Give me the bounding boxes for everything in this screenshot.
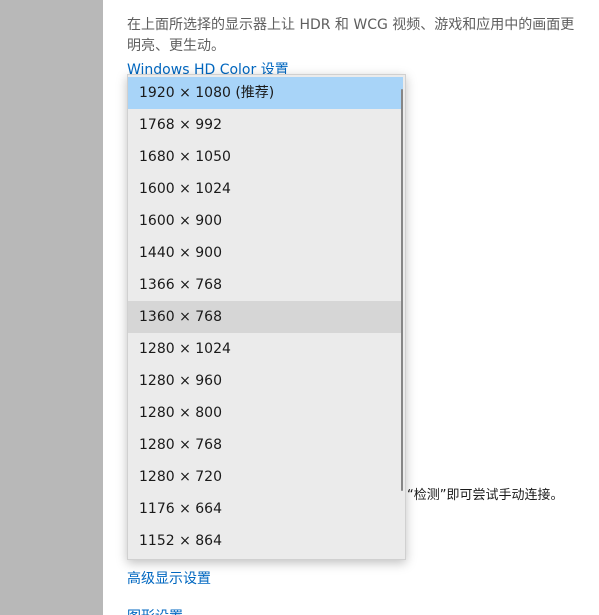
display-settings-page: 在上面所选择的显示器上让 HDR 和 WCG 视频、游戏和应用中的画面更明亮、更… (0, 0, 599, 615)
resolution-option[interactable]: 1600 × 1024 (128, 173, 403, 205)
resolution-option[interactable]: 1176 × 664 (128, 493, 403, 525)
resolution-option[interactable]: 1920 × 1080 (推荐) (128, 77, 403, 109)
resolution-option[interactable]: 1440 × 900 (128, 237, 403, 269)
detect-hint-text: “检测”即可尝试手动连接。 (407, 488, 564, 503)
resolution-dropdown-list[interactable]: 1920 × 1080 (推荐) 1768 × 992 1680 × 1050 160… (127, 74, 406, 560)
resolution-option[interactable]: 1360 × 768 (128, 301, 403, 333)
resolution-option[interactable]: 1280 × 720 (128, 461, 403, 493)
resolution-option[interactable]: 1280 × 768 (128, 429, 403, 461)
resolution-option[interactable]: 1152 × 864 (128, 525, 403, 557)
resolution-option[interactable]: 1280 × 1024 (128, 333, 403, 365)
resolution-options: 1920 × 1080 (推荐) 1768 × 992 1680 × 1050 160… (128, 77, 403, 557)
graphics-settings-link[interactable]: 图形设置 (127, 606, 183, 615)
resolution-option[interactable]: 1366 × 768 (128, 269, 403, 301)
hdr-description: 在上面所选择的显示器上让 HDR 和 WCG 视频、游戏和应用中的画面更明亮、更… (127, 17, 575, 54)
advanced-display-settings-link[interactable]: 高级显示设置 (127, 568, 211, 588)
navigation-pane-dimmed (0, 0, 103, 615)
resolution-option[interactable]: 1600 × 900 (128, 205, 403, 237)
resolution-option[interactable]: 1280 × 960 (128, 365, 403, 397)
dropdown-scrollbar[interactable] (401, 89, 403, 491)
resolution-option[interactable]: 1680 × 1050 (128, 141, 403, 173)
resolution-option[interactable]: 1280 × 800 (128, 397, 403, 429)
resolution-option[interactable]: 1768 × 992 (128, 109, 403, 141)
